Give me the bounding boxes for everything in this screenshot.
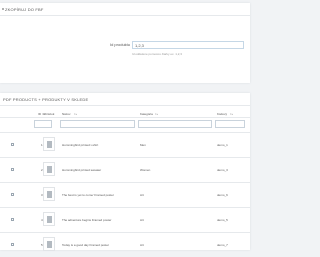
panel-title: PDF PRODUCTS + PRODUKTY V SKLEDE	[3, 97, 89, 102]
table-row[interactable]: 5 Today is a good day Framed poster Art …	[0, 233, 250, 257]
table-row[interactable]: 2 Hummingbird printed sweater Women demo…	[0, 158, 250, 182]
row-checkbox[interactable]	[11, 168, 14, 171]
row-category: Art	[140, 193, 144, 197]
row-category: Women	[140, 168, 151, 172]
row-checkbox[interactable]	[11, 218, 14, 221]
product-thumbnail	[43, 237, 55, 251]
panel-title: ZKOPÍRUJ DO FBF	[5, 7, 44, 12]
row-code: demo_6	[217, 193, 228, 197]
row-checkbox[interactable]	[11, 243, 14, 246]
divider	[0, 105, 250, 106]
row-name: Hummingbird printed sweater	[62, 168, 102, 172]
copy-panel: ZKOPÍRUJ DO FBF Id produktu 1,2,3 Id odd…	[0, 3, 250, 83]
filter-id-input[interactable]	[34, 120, 52, 128]
product-thumbnail	[43, 137, 55, 151]
poster-icon	[47, 216, 52, 223]
column-header-image: Obrázok	[43, 112, 55, 116]
row-checkbox[interactable]	[11, 143, 14, 146]
filter-code-input[interactable]	[215, 120, 245, 128]
product-thumbnail	[43, 212, 55, 226]
product-id-label: Id produktu	[109, 42, 130, 47]
products-panel: PDF PRODUCTS + PRODUKTY V SKLEDE ID ▾▴ O…	[0, 93, 250, 251]
sort-icon[interactable]: ▾▴	[155, 112, 158, 116]
product-id-input[interactable]: 1,2,3	[132, 41, 244, 49]
sweater-icon	[47, 166, 52, 173]
sort-icon[interactable]: ▾▴	[74, 112, 77, 116]
row-category: Art	[140, 218, 144, 222]
filter-category-input[interactable]	[138, 120, 212, 128]
column-header-id[interactable]: ID	[38, 112, 41, 116]
product-id-hint: Id oddelene pomocou čiarky ex. 1,2,3	[132, 52, 182, 56]
row-code: demo_3	[217, 168, 228, 172]
row-code: demo_5	[217, 218, 228, 222]
row-category: Men	[140, 143, 146, 147]
row-checkbox[interactable]	[11, 193, 14, 196]
table-row[interactable]: 4 The adventure begins Framed poster Art…	[0, 208, 250, 232]
divider	[0, 117, 250, 118]
tshirt-icon	[47, 141, 52, 148]
divider	[0, 15, 250, 16]
row-category: Art	[140, 243, 144, 247]
gear-icon	[2, 8, 4, 10]
row-name: Today is a good day Framed poster	[62, 243, 110, 247]
row-code: demo_1	[217, 143, 228, 147]
column-header-name[interactable]: Názov	[62, 112, 71, 116]
sort-icon[interactable]: ▾▴	[230, 112, 233, 116]
column-header-category[interactable]: Kategória	[140, 112, 153, 116]
table-row[interactable]: 3 The best is yet to come' Framed poster…	[0, 183, 250, 207]
row-name: Hummingbird printed t-shirt	[62, 143, 99, 147]
product-thumbnail	[43, 187, 55, 201]
row-code: demo_7	[217, 243, 228, 247]
row-name: The adventure begins Framed poster	[62, 218, 112, 222]
product-thumbnail	[43, 162, 55, 176]
filter-name-input[interactable]	[60, 120, 135, 128]
table-row[interactable]: 1 Hummingbird printed t-shirt Men demo_1	[0, 133, 250, 157]
column-header-code[interactable]: Kódový	[217, 112, 227, 116]
poster-icon	[47, 241, 52, 248]
row-name: The best is yet to come' Framed poster	[62, 193, 114, 197]
poster-icon	[47, 191, 52, 198]
